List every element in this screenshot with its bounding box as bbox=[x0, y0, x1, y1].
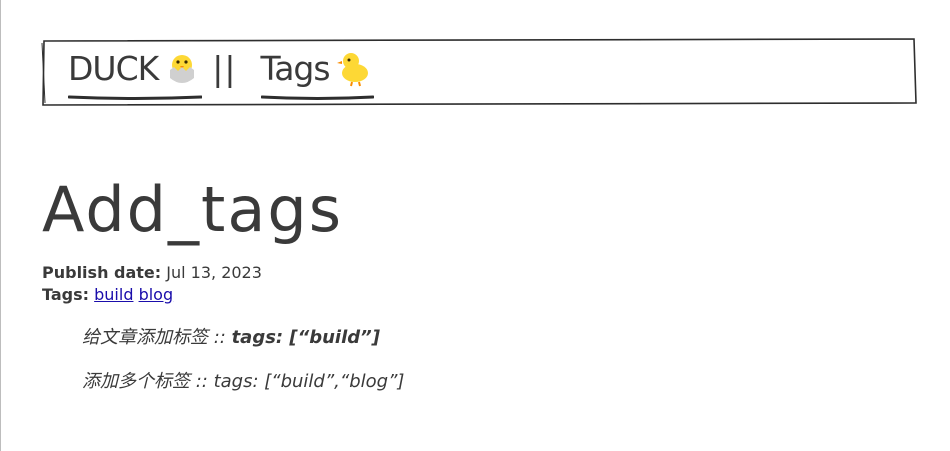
tags-row: Tags: build blog bbox=[42, 284, 262, 306]
page-left-border bbox=[0, 0, 1, 451]
nav-tags-label: Tags bbox=[260, 48, 331, 88]
post-meta: Publish date: Jul 13, 2023 Tags: build b… bbox=[42, 262, 262, 306]
content-line-1-text: 给文章添加标签 :: bbox=[82, 327, 232, 348]
post-title: Add_tags bbox=[42, 173, 343, 246]
content-line-2: 添加多个标签 :: tags: [“build”,“blog”] bbox=[82, 371, 405, 392]
tag-link-build[interactable]: build bbox=[94, 285, 133, 304]
publish-date-label: Publish date: bbox=[42, 263, 162, 282]
publish-date-value: Jul 13, 2023 bbox=[166, 263, 262, 282]
publish-date-row: Publish date: Jul 13, 2023 bbox=[42, 262, 262, 284]
top-navigation: DUCK || Tags bbox=[41, 38, 917, 106]
content-line-1: 给文章添加标签 :: tags: [“build”] bbox=[82, 326, 380, 350]
nav-separator: || bbox=[212, 48, 237, 88]
nav-home-link[interactable]: DUCK bbox=[68, 48, 203, 100]
content-line-1-code: tags: [“build”] bbox=[231, 327, 380, 348]
baby-chick-icon bbox=[334, 48, 374, 88]
tag-link-blog[interactable]: blog bbox=[139, 285, 174, 304]
nav-home-label: DUCK bbox=[68, 48, 159, 88]
hatching-chick-icon bbox=[162, 48, 202, 88]
nav-tags-underline bbox=[260, 95, 374, 100]
nav-tags-link[interactable]: Tags bbox=[260, 48, 374, 100]
nav-links: DUCK || Tags bbox=[68, 48, 374, 100]
nav-home-underline bbox=[68, 95, 203, 100]
tags-label: Tags: bbox=[42, 285, 90, 304]
